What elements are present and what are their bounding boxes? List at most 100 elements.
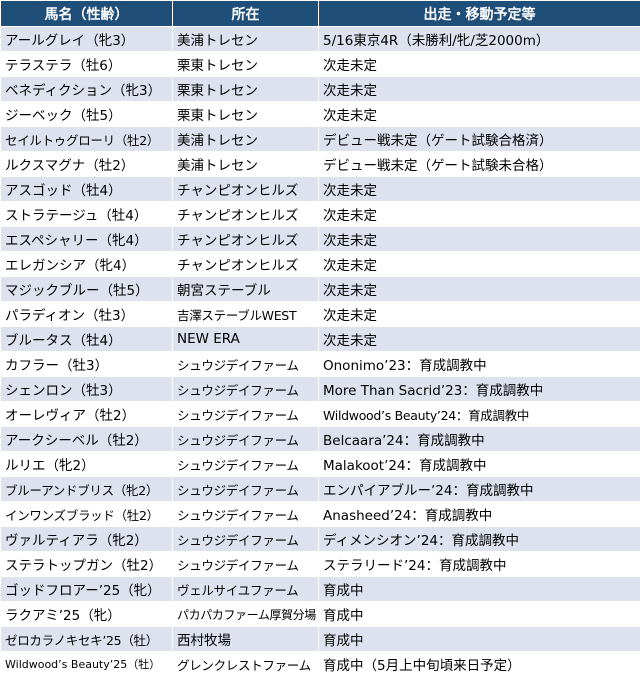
horse-name: ブルーアンドブリス（牝2）: [1, 477, 173, 502]
table-row: オーレヴィア（牡2） シュウジデイファーム Wildwood’s Beauty’…: [1, 402, 640, 427]
plan: 次走未定: [319, 202, 640, 227]
horse-name: ストラテージュ（牡4）: [1, 202, 173, 227]
horse-name: アスゴッド（牡4）: [1, 177, 173, 202]
location: NEW ERA: [173, 327, 319, 352]
table-row: パラディオン（牡3） 吉澤ステーブルWEST 次走未定: [1, 302, 640, 327]
plan: 育成中: [319, 627, 640, 652]
horse-name: ルリエ（牝2）: [1, 452, 173, 477]
plan: ステラリード’24：育成調教中: [319, 552, 640, 577]
table-row: ブルータス（牡4） NEW ERA 次走未定: [1, 327, 640, 352]
plan: 次走未定: [319, 52, 640, 77]
plan: Malakoot’24：育成調教中: [319, 452, 640, 477]
table-row: エスペシャリー（牝4） チャンピオンヒルズ 次走未定: [1, 227, 640, 252]
table-row: ベネディクション（牝3） 栗東トレセン 次走未定: [1, 77, 640, 102]
location: シュウジデイファーム: [173, 527, 319, 552]
plan: 次走未定: [319, 227, 640, 252]
location: シュウジデイファーム: [173, 477, 319, 502]
plan: 5/16東京4R（未勝利/牝/芝2000m）: [319, 27, 640, 52]
location: シュウジデイファーム: [173, 552, 319, 577]
horse-name: アールグレイ（牝3）: [1, 27, 173, 52]
horse-name: ルクスマグナ（牡2）: [1, 152, 173, 177]
location: シュウジデイファーム: [173, 377, 319, 402]
plan: 次走未定: [319, 277, 640, 302]
plan: エンパイアブルー’24：育成調教中: [319, 477, 640, 502]
location: 朝宮ステーブル: [173, 277, 319, 302]
table-row: ストラテージュ（牡4） チャンピオンヒルズ 次走未定: [1, 202, 640, 227]
horse-name: カフラー（牡3）: [1, 352, 173, 377]
horse-name: Wildwood’s Beauty’25（牡）: [1, 652, 173, 677]
horse-name: ラクアミ’25（牝）: [1, 602, 173, 627]
location: 美浦トレセン: [173, 27, 319, 52]
location: シュウジデイファーム: [173, 352, 319, 377]
plan: 次走未定: [319, 77, 640, 102]
table-row: ヴァルティアラ（牝2） シュウジデイファーム ディメンシオン’24：育成調教中: [1, 527, 640, 552]
horse-name: ゴッドフロアー’25（牝）: [1, 577, 173, 602]
horse-name: セイルトゥグローリ（牡2）: [1, 127, 173, 152]
plan: デビュー戦未定（ゲート試験未合格）: [319, 152, 640, 177]
table-row: セイルトゥグローリ（牡2） 美浦トレセン デビュー戦未定（ゲート試験合格済）: [1, 127, 640, 152]
header-plan: 出走・移動予定等: [319, 1, 640, 27]
location: チャンピオンヒルズ: [173, 202, 319, 227]
plan: Belcaara’24：育成調教中: [319, 427, 640, 452]
horse-name: エスペシャリー（牝4）: [1, 227, 173, 252]
horse-name: ベネディクション（牝3）: [1, 77, 173, 102]
horse-name: ヴァルティアラ（牝2）: [1, 527, 173, 552]
table-row: マジックブルー（牡5） 朝宮ステーブル 次走未定: [1, 277, 640, 302]
plan: 次走未定: [319, 102, 640, 127]
plan: Wildwood’s Beauty’24：育成調教中: [319, 402, 640, 427]
location: 吉澤ステーブルWEST: [173, 302, 319, 327]
plan: 育成中: [319, 602, 640, 627]
table-row: ブルーアンドブリス（牝2） シュウジデイファーム エンパイアブルー’24：育成調…: [1, 477, 640, 502]
table-row: インワンズブラッド（牡2） シュウジデイファーム Anasheed’24：育成調…: [1, 502, 640, 527]
table-row: アークシーベル（牡2） シュウジデイファーム Belcaara’24：育成調教中: [1, 427, 640, 452]
horse-name: ブルータス（牡4）: [1, 327, 173, 352]
table-row: アスゴッド（牡4） チャンピオンヒルズ 次走未定: [1, 177, 640, 202]
location: グレンクレストファーム: [173, 652, 319, 677]
table-row: ゼロカラノキセキ’25（牡） 西村牧場 育成中: [1, 627, 640, 652]
horse-status-table: 馬名（性齢） 所在 出走・移動予定等 アールグレイ（牝3） 美浦トレセン 5/1…: [0, 0, 640, 677]
plan: デビュー戦未定（ゲート試験合格済）: [319, 127, 640, 152]
plan: 次走未定: [319, 252, 640, 277]
table-row: テラステラ（牡6） 栗東トレセン 次走未定: [1, 52, 640, 77]
table-row: ルリエ（牝2） シュウジデイファーム Malakoot’24：育成調教中: [1, 452, 640, 477]
table-row: ラクアミ’25（牝） パカパカファーム厚賀分場 育成中: [1, 602, 640, 627]
horse-name: ジーベック（牡5）: [1, 102, 173, 127]
horse-name: アークシーベル（牡2）: [1, 427, 173, 452]
plan: 次走未定: [319, 327, 640, 352]
table-row: アールグレイ（牝3） 美浦トレセン 5/16東京4R（未勝利/牝/芝2000m）: [1, 27, 640, 52]
location: シュウジデイファーム: [173, 402, 319, 427]
table-row: カフラー（牡3） シュウジデイファーム Ononimo’23：育成調教中: [1, 352, 640, 377]
plan: More Than Sacrid’23：育成調教中: [319, 377, 640, 402]
header-row: 馬名（性齢） 所在 出走・移動予定等: [1, 1, 640, 27]
location: シュウジデイファーム: [173, 427, 319, 452]
table-row: ルクスマグナ（牡2） 美浦トレセン デビュー戦未定（ゲート試験未合格）: [1, 152, 640, 177]
location: シュウジデイファーム: [173, 502, 319, 527]
horse-name: インワンズブラッド（牡2）: [1, 502, 173, 527]
plan: Anasheed’24：育成調教中: [319, 502, 640, 527]
location: チャンピオンヒルズ: [173, 177, 319, 202]
location: 美浦トレセン: [173, 152, 319, 177]
location: チャンピオンヒルズ: [173, 227, 319, 252]
location: 栗東トレセン: [173, 77, 319, 102]
horse-name: ステラトップガン（牡2）: [1, 552, 173, 577]
location: 栗東トレセン: [173, 102, 319, 127]
plan: ディメンシオン’24：育成調教中: [319, 527, 640, 552]
horse-name: シェンロン（牡3）: [1, 377, 173, 402]
table-row: Wildwood’s Beauty’25（牡） グレンクレストファーム 育成中（…: [1, 652, 640, 677]
location: 西村牧場: [173, 627, 319, 652]
horse-name: テラステラ（牡6）: [1, 52, 173, 77]
horse-name: マジックブルー（牡5）: [1, 277, 173, 302]
location: チャンピオンヒルズ: [173, 252, 319, 277]
table-row: ゴッドフロアー’25（牝） ヴェルサイユファーム 育成中: [1, 577, 640, 602]
plan: 育成中: [319, 577, 640, 602]
header-location: 所在: [173, 1, 319, 27]
table-row: エレガンシア（牝4） チャンピオンヒルズ 次走未定: [1, 252, 640, 277]
location: 栗東トレセン: [173, 52, 319, 77]
header-horse: 馬名（性齢）: [1, 1, 173, 27]
horse-name: エレガンシア（牝4）: [1, 252, 173, 277]
location: ヴェルサイユファーム: [173, 577, 319, 602]
table-row: シェンロン（牡3） シュウジデイファーム More Than Sacrid’23…: [1, 377, 640, 402]
plan: 次走未定: [319, 177, 640, 202]
horse-name: オーレヴィア（牡2）: [1, 402, 173, 427]
location: シュウジデイファーム: [173, 452, 319, 477]
